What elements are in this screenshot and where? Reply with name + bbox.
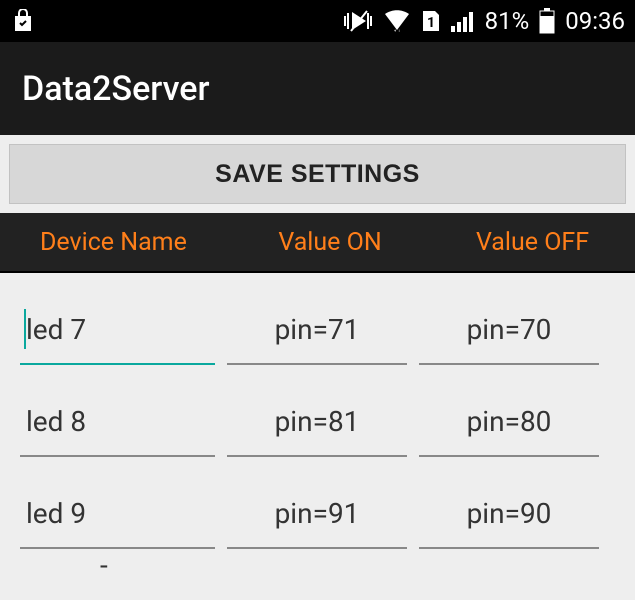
value-off-value: pin=90 <box>467 497 552 530</box>
device-name-value: led 9 <box>26 497 86 530</box>
vibrate-icon <box>343 9 373 33</box>
sim-icon: 1 <box>421 9 441 33</box>
value-on-value: pin=91 <box>275 497 360 530</box>
device-name-value: led 8 <box>26 405 86 438</box>
table-row: led 8 pin=81 pin=80 <box>0 365 635 457</box>
value-off-field[interactable]: pin=90 <box>419 479 599 549</box>
device-name-field[interactable]: led 8 <box>20 387 215 457</box>
app-bar: Data2Server <box>0 42 635 135</box>
value-on-field[interactable]: pin=91 <box>227 479 407 549</box>
value-on-field[interactable]: pin=81 <box>227 387 407 457</box>
value-on-field[interactable]: pin=71 <box>227 295 407 365</box>
header-device-name: Device Name <box>0 228 230 257</box>
save-settings-button[interactable]: SAVE SETTINGS <box>9 144 626 204</box>
svg-text:↑↓: ↑↓ <box>393 27 401 32</box>
table-row: led 9 pin=91 pin=90 <box>0 457 635 549</box>
app-title: Data2Server <box>22 69 210 109</box>
battery-icon <box>539 8 555 34</box>
text-cursor <box>24 309 26 349</box>
device-name-field[interactable]: - <box>10 549 220 582</box>
wifi-icon: ↑↓ <box>383 10 411 32</box>
table-header: Device Name Value ON Value OFF <box>0 213 635 273</box>
header-value-on: Value ON <box>230 228 430 257</box>
battery-percent: 81% <box>485 7 530 35</box>
device-name-value: - <box>100 549 108 582</box>
value-on-value: pin=81 <box>275 405 360 438</box>
clock: 09:36 <box>565 7 625 35</box>
bag-icon <box>12 9 34 33</box>
value-off-value: pin=70 <box>467 313 552 346</box>
table-row: led 7 pin=71 pin=70 <box>0 273 635 365</box>
device-name-field[interactable]: led 9 <box>20 479 215 549</box>
device-name-field[interactable]: led 7 <box>20 295 215 365</box>
value-off-field[interactable]: pin=70 <box>419 295 599 365</box>
value-off-value: pin=80 <box>467 405 552 438</box>
value-off-field[interactable]: pin=80 <box>419 387 599 457</box>
signal-icon <box>451 10 475 32</box>
svg-text:1: 1 <box>427 15 435 31</box>
header-value-off: Value OFF <box>430 228 635 257</box>
device-name-value: led 7 <box>26 313 86 346</box>
table-body: led 7 pin=71 pin=70 led 8 pin=81 pin=80 … <box>0 273 635 599</box>
value-on-value: pin=71 <box>275 313 360 346</box>
table-row: - <box>0 549 635 599</box>
status-bar: ↑↓ 1 81% 09:36 <box>0 0 635 42</box>
